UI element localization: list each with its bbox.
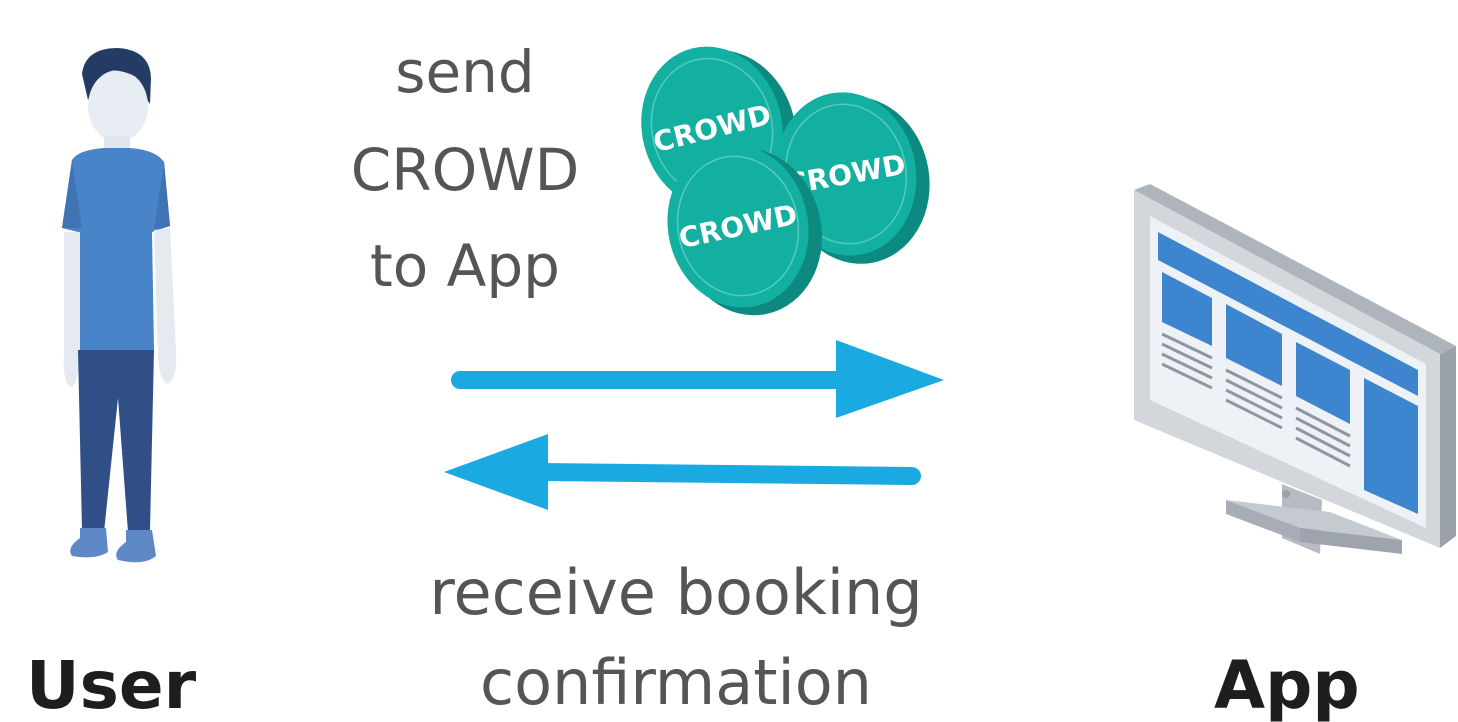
receive-message-line-1: receive booking [429,556,922,629]
user-person-icon [62,48,177,563]
booking-flow-diagram: User send CROWD to App CROWD CROWD CROWD [26,38,1456,722]
receive-message-line-2: confirmation [480,646,872,719]
send-message-text: send CROWD to App [351,38,579,300]
arrow-right-icon [451,340,944,418]
send-message-line-3: to App [370,232,560,300]
arrow-left-icon [444,434,921,510]
crowd-coins-icon: CROWD CROWD CROWD [641,46,930,316]
user-label: User [26,647,197,722]
send-message-line-1: send [395,38,534,106]
send-message-line-2: CROWD [351,136,579,204]
app-monitor-icon [1134,184,1456,554]
app-label: App [1214,647,1360,722]
receive-message-text: receive booking confirmation [429,556,922,719]
